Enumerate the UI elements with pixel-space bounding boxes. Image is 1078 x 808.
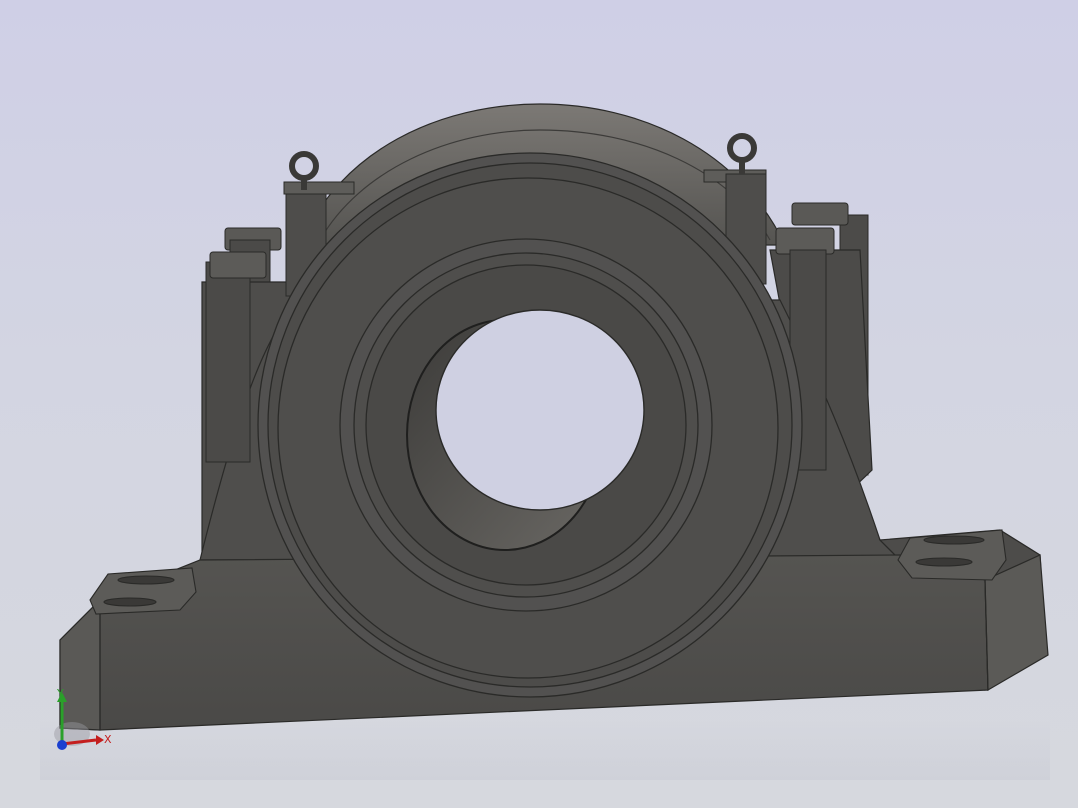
y-axis-label: Y (56, 687, 64, 700)
graphics-viewport[interactable]: X Y (0, 0, 1078, 808)
eye-bolt-right (727, 133, 757, 174)
left-mounting-foot (89, 567, 197, 615)
pillow-block-bearing-model[interactable]: X Y (0, 0, 1078, 808)
floor-shadow (40, 720, 1050, 780)
z-axis-dot (57, 740, 67, 750)
x-axis-label: X (104, 733, 112, 746)
right-mounting-foot (897, 529, 1007, 581)
